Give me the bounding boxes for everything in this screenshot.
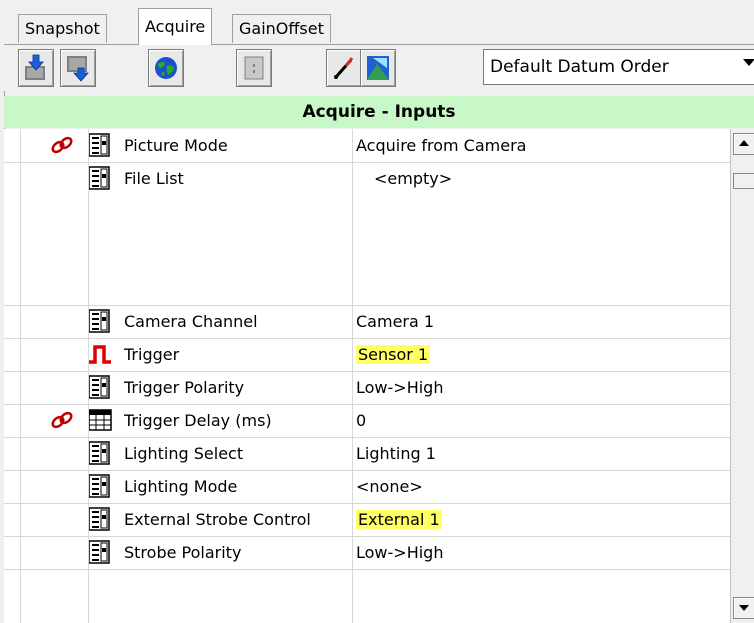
export-button[interactable] [60, 49, 96, 87]
row-icons [4, 338, 124, 371]
property-value-text: 0 [356, 411, 367, 430]
property-value-text: Sensor 1 [356, 345, 431, 364]
numeric-keypad-icon [88, 408, 112, 436]
tab-label: Acquire [145, 17, 206, 36]
row-icons [4, 371, 124, 404]
globe-icon [155, 57, 177, 79]
row-icons [4, 536, 124, 569]
property-row[interactable]: Trigger Polarity Low->High [4, 371, 730, 405]
property-value-text: <none> [356, 477, 423, 496]
property-value[interactable]: Camera 1 [356, 305, 726, 338]
list-settings-icon [88, 474, 110, 502]
property-row[interactable]: Lighting Mode <none> [4, 470, 730, 504]
row-icons [4, 129, 124, 162]
property-row[interactable]: Picture Mode Acquire from Camera [4, 129, 730, 163]
property-label: Trigger Delay (ms) [124, 411, 272, 430]
list-settings-icon [88, 166, 110, 194]
grid-column-line [88, 129, 89, 623]
link-icon[interactable] [50, 135, 74, 159]
export-down-icon [67, 56, 89, 82]
blank-button[interactable] [236, 49, 272, 87]
arrow-up-icon [739, 140, 749, 146]
globe-button[interactable] [148, 49, 184, 87]
property-value-text: Low->High [356, 543, 444, 562]
property-value[interactable]: External 1 [356, 503, 726, 536]
property-row[interactable]: File List <empty> [4, 162, 730, 306]
property-value-text: External 1 [356, 510, 442, 529]
property-row[interactable]: Trigger Delay (ms) 0 [4, 404, 730, 438]
property-row[interactable]: Camera Channel Camera 1 [4, 305, 730, 339]
link-icon[interactable] [50, 410, 74, 434]
row-icons [4, 162, 124, 305]
tab-acquire[interactable]: Acquire [138, 8, 213, 45]
property-label: Lighting Mode [124, 477, 238, 496]
property-value[interactable]: Acquire from Camera [356, 129, 726, 162]
row-icons [4, 470, 124, 503]
property-value[interactable]: Low->High [356, 371, 726, 404]
tab-label: GainOffset [239, 19, 324, 38]
property-value[interactable]: <empty> [374, 162, 730, 195]
tab-gainoffset[interactable]: GainOffset [232, 14, 331, 43]
property-row[interactable]: External Strobe Control External 1 [4, 503, 730, 537]
tab-snapshot[interactable]: Snapshot [18, 14, 107, 43]
section-header: Acquire - Inputs [4, 96, 754, 128]
vertical-scrollbar[interactable] [730, 129, 754, 623]
property-label: File List [124, 169, 184, 188]
image-button[interactable] [360, 49, 396, 87]
tab-bar: Snapshot Acquire GainOffset [4, 0, 754, 45]
datum-order-dropdown[interactable]: Default Datum Order [483, 49, 754, 85]
property-value-text: Lighting 1 [356, 444, 436, 463]
property-label: Lighting Select [124, 444, 244, 463]
property-row[interactable]: Strobe Polarity Low->High [4, 536, 730, 570]
property-value[interactable]: <none> [356, 470, 726, 503]
property-value[interactable]: Low->High [356, 536, 726, 569]
row-icons [4, 305, 124, 338]
datum-order-value: Default Datum Order [490, 57, 669, 77]
arrow-down-icon [739, 605, 749, 611]
toolbar: Default Datum Order [4, 45, 754, 91]
property-label: Trigger [124, 345, 180, 364]
property-value[interactable]: Sensor 1 [356, 338, 726, 371]
list-settings-icon [88, 507, 110, 535]
section-title: Acquire - Inputs [302, 102, 456, 122]
property-grid: Picture Mode Acquire from Camera File List… [4, 129, 730, 623]
property-row[interactable]: Trigger Sensor 1 [4, 338, 730, 372]
image-icon [367, 56, 389, 80]
row-icons [4, 437, 124, 470]
scroll-thumb[interactable] [733, 173, 754, 189]
property-value[interactable]: 0 [356, 404, 726, 437]
property-value-text: Low->High [356, 378, 444, 397]
list-settings-icon [88, 540, 110, 568]
list-settings-icon [88, 309, 110, 337]
row-icons [4, 404, 124, 437]
property-label: Strobe Polarity [124, 543, 242, 562]
property-value-text: <empty> [374, 169, 453, 188]
grid-column-line [20, 129, 21, 623]
list-settings-icon [88, 133, 110, 161]
edit-brush-button[interactable] [326, 49, 362, 87]
property-label: Trigger Polarity [124, 378, 245, 397]
property-value-text: Acquire from Camera [356, 136, 527, 155]
list-settings-icon [88, 375, 110, 403]
import-down-icon [25, 54, 45, 80]
pulse-icon [88, 342, 112, 370]
scroll-up-button[interactable] [733, 133, 754, 155]
property-label: Camera Channel [124, 312, 258, 331]
scroll-down-button[interactable] [733, 597, 754, 619]
list-settings-icon [88, 441, 110, 469]
property-label: Picture Mode [124, 136, 228, 155]
property-value[interactable]: Lighting 1 [356, 437, 726, 470]
property-row[interactable]: Lighting Select Lighting 1 [4, 437, 730, 471]
property-value-text: Camera 1 [356, 312, 435, 331]
brush-icon [334, 57, 354, 79]
chevron-down-icon[interactable] [743, 59, 754, 66]
grid-column-line [352, 129, 353, 623]
tab-label: Snapshot [25, 19, 100, 38]
panel-icon [244, 56, 264, 80]
import-button[interactable] [18, 49, 54, 87]
property-label: External Strobe Control [124, 510, 311, 529]
row-icons [4, 503, 124, 536]
